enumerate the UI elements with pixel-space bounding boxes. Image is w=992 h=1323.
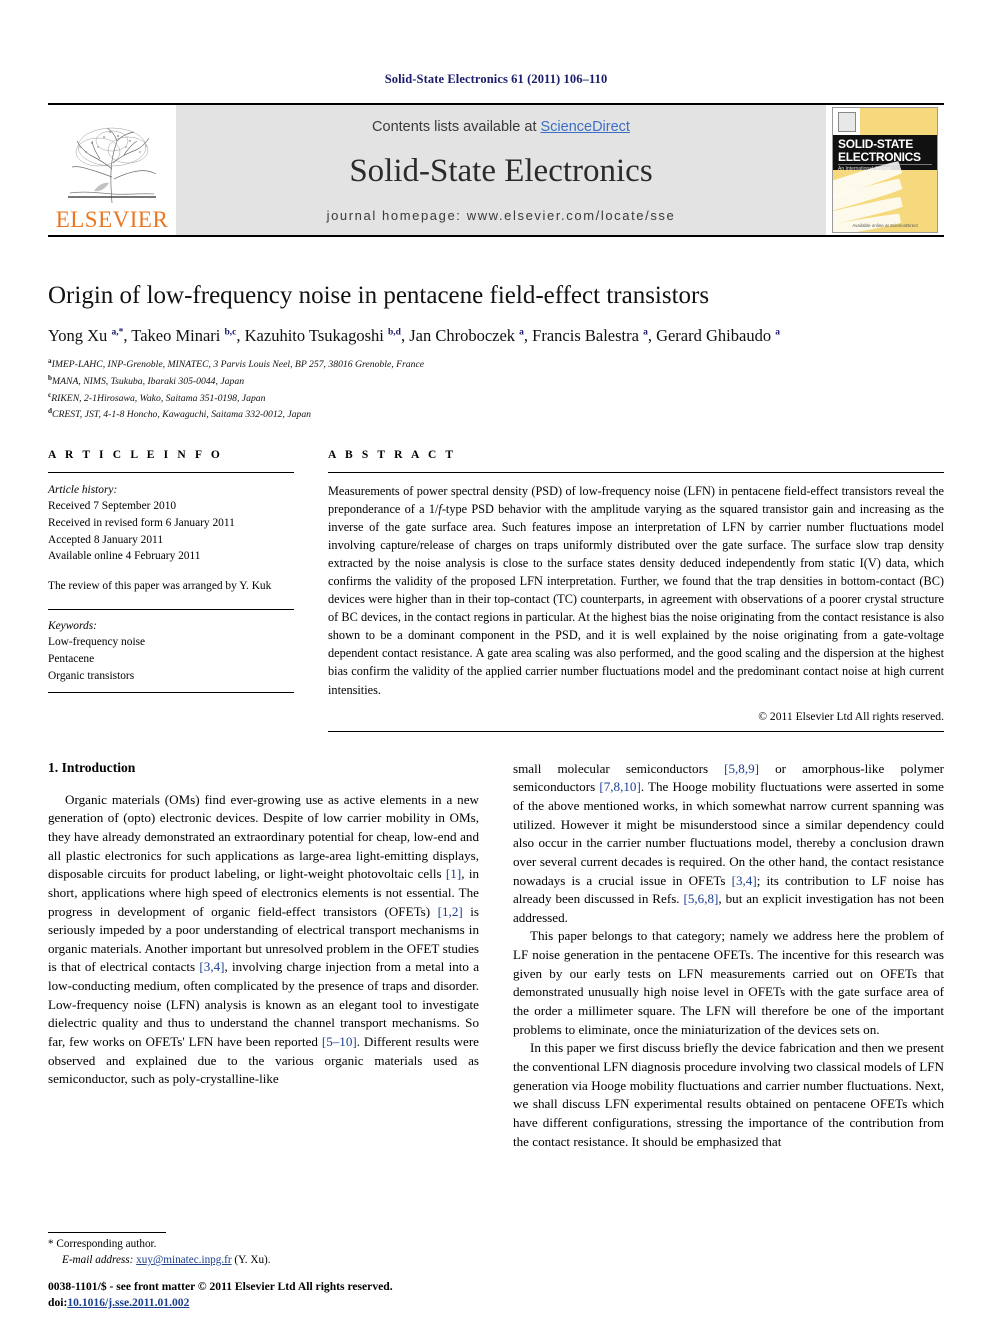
body-column-left: 1. Introduction Organic materials (OMs) … bbox=[48, 760, 479, 1152]
affiliation-item: dCREST, JST, 4-1-8 Honcho, Kawaguchi, Sa… bbox=[48, 406, 944, 423]
email-line: E-mail address: xuy@minatec.inpg.fr (Y. … bbox=[48, 1253, 478, 1269]
cover-title-line1: SOLID-STATE bbox=[838, 137, 913, 152]
email-link[interactable]: xuy@minatec.inpg.fr bbox=[136, 1254, 231, 1266]
bottom-meta: 0038-1101/$ - see front matter © 2011 El… bbox=[48, 1279, 548, 1311]
citation-ref[interactable]: [3,4] bbox=[199, 959, 224, 974]
email-suffix: (Y. Xu). bbox=[234, 1254, 271, 1267]
contents-available-line: Contents lists available at ScienceDirec… bbox=[372, 119, 630, 135]
journal-cover-thumbnail[interactable]: SOLID-STATE ELECTRONICS An International… bbox=[826, 105, 944, 235]
citation-ref[interactable]: [5,6,8] bbox=[683, 891, 718, 906]
paragraph: In this paper we first discuss briefly t… bbox=[513, 1040, 944, 1149]
running-head: Solid-State Electronics 61 (2011) 106–11… bbox=[384, 72, 608, 86]
affiliation-list: aIMEP-LAHC, INP-Grenoble, MINATEC, 3 Par… bbox=[48, 356, 944, 422]
article-history-item: Received in revised form 6 January 2011 bbox=[48, 517, 235, 530]
paragraph: small molecular semiconductors [5,8,9] o… bbox=[513, 760, 945, 925]
body-column-right: small molecular semiconductors [5,8,9] o… bbox=[513, 760, 944, 1152]
cover-image: SOLID-STATE ELECTRONICS An International… bbox=[832, 107, 938, 233]
cover-title-line2: ELECTRONICS bbox=[838, 149, 921, 164]
citation-ref[interactable]: [1,2] bbox=[438, 904, 463, 919]
keyword-item: Pentacene bbox=[48, 652, 95, 665]
footnote-rule bbox=[48, 1232, 166, 1234]
affiliation-item: cRIKEN, 2-1Hirosawa, Wako, Saitama 351-0… bbox=[48, 390, 944, 407]
citation-ref[interactable]: [7,8,10] bbox=[599, 779, 640, 794]
paragraph: This paper belongs to that category; nam… bbox=[513, 928, 944, 1037]
contents-prefix: Contents lists available at bbox=[372, 119, 541, 135]
elsevier-wordmark: ELSEVIER bbox=[55, 207, 169, 232]
article-info-rule bbox=[48, 471, 294, 473]
doi-link[interactable]: 10.1016/j.sse.2011.01.002 bbox=[67, 1296, 189, 1309]
page-title: Origin of low-frequency noise in pentace… bbox=[48, 282, 710, 309]
abstract-copyright: © 2011 Elsevier Ltd All rights reserved. bbox=[758, 709, 944, 723]
front-matter-line: 0038-1101/$ - see front matter © 2011 El… bbox=[48, 1279, 393, 1293]
article-history-item: Received 7 September 2010 bbox=[48, 500, 177, 513]
section-heading-introduction: 1. Introduction bbox=[48, 759, 136, 775]
paper-page: Solid-State Electronics 61 (2011) 106–11… bbox=[0, 0, 992, 1323]
title-block: Origin of low-frequency noise in pentace… bbox=[48, 281, 944, 423]
keyword-item: Organic transistors bbox=[48, 669, 135, 682]
citation-ref[interactable]: [5,8,9] bbox=[724, 761, 759, 776]
journal-masthead: ELSEVIER Contents lists available at Sci… bbox=[48, 103, 944, 237]
footnote-area: * Corresponding author. E-mail address: … bbox=[48, 1232, 478, 1269]
cover-footer-text: Available online at ScienceDirect bbox=[852, 223, 918, 228]
cover-elsevier-mark-icon bbox=[838, 112, 856, 132]
doi-line: doi:10.1016/j.sse.2011.01.002 bbox=[48, 1295, 548, 1311]
article-info-heading: A R T I C L E I N F O bbox=[48, 448, 223, 461]
corresponding-author-text: * Corresponding author. bbox=[48, 1238, 157, 1251]
article-history-item: Accepted 8 January 2011 bbox=[48, 533, 164, 546]
article-history-label: Article history: bbox=[48, 483, 118, 496]
article-info-bottom-rule bbox=[48, 692, 294, 694]
affiliation-item: bMANA, NIMS, Tsukuba, Ibaraki 305-0044, … bbox=[48, 373, 944, 390]
article-info-column: A R T I C L E I N F O Article history: R… bbox=[48, 449, 294, 732]
citation-ref[interactable]: [5–10] bbox=[322, 1034, 357, 1049]
review-note: The review of this paper was arranged by… bbox=[48, 580, 272, 593]
journal-title: Solid-State Electronics bbox=[349, 153, 653, 189]
citation-ref[interactable]: [3,4] bbox=[732, 873, 757, 888]
abstract-column: A B S T R A C T Measurements of power sp… bbox=[328, 449, 944, 732]
elsevier-logo: ELSEVIER bbox=[48, 105, 176, 235]
body-columns: 1. Introduction Organic materials (OMs) … bbox=[48, 760, 944, 1152]
paragraph: Organic materials (OMs) find ever-growin… bbox=[48, 791, 480, 1087]
keywords-label: Keywords: bbox=[48, 619, 97, 632]
abstract-rule bbox=[328, 471, 944, 473]
abstract-text: Measurements of power spectral density (… bbox=[328, 483, 944, 697]
article-history-item: Available online 4 February 2011 bbox=[48, 550, 201, 563]
elsevier-tree-icon bbox=[68, 127, 157, 204]
citation-ref[interactable]: [1] bbox=[446, 866, 461, 881]
affiliation-text: RIKEN, 2-1Hirosawa, Wako, Saitama 351-01… bbox=[51, 392, 266, 404]
corresponding-author-note: * Corresponding author. E-mail address: … bbox=[48, 1237, 478, 1269]
abstract-bottom-rule bbox=[328, 730, 944, 732]
email-label: E-mail address: bbox=[62, 1254, 134, 1267]
affiliation-text: CREST, JST, 4-1-8 Honcho, Kawaguchi, Sai… bbox=[52, 409, 312, 421]
affiliation-item: aIMEP-LAHC, INP-Grenoble, MINATEC, 3 Par… bbox=[48, 356, 944, 373]
masthead-center: Contents lists available at ScienceDirec… bbox=[176, 105, 826, 235]
affiliation-text: IMEP-LAHC, INP-Grenoble, MINATEC, 3 Parv… bbox=[51, 359, 425, 371]
journal-homepage[interactable]: journal homepage: www.elsevier.com/locat… bbox=[327, 208, 676, 223]
doi-label: doi: bbox=[48, 1295, 68, 1309]
sciencedirect-link[interactable]: ScienceDirect bbox=[541, 119, 630, 135]
affiliation-text: MANA, NIMS, Tsukuba, Ibaraki 305-0044, J… bbox=[52, 376, 245, 388]
author-list: Yong Xu a,*, Takeo Minari b,c, Kazuhito … bbox=[48, 326, 780, 345]
article-info-body: Article history: Received 7 September 20… bbox=[48, 482, 294, 684]
info-abstract-block: A R T I C L E I N F O Article history: R… bbox=[48, 449, 944, 732]
keywords-rule bbox=[48, 608, 294, 610]
abstract-heading: A B S T R A C T bbox=[328, 448, 457, 461]
keyword-item: Low-frequency noise bbox=[48, 636, 146, 649]
